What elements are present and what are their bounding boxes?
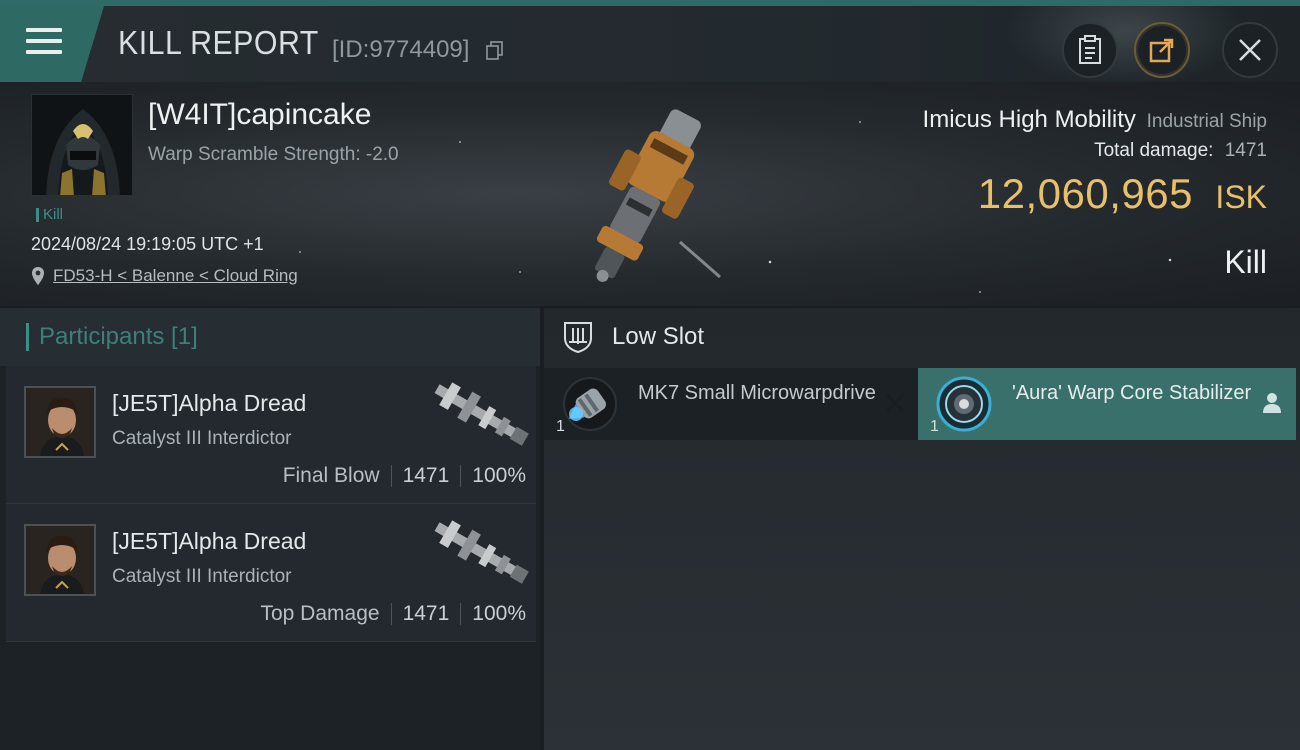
participant-ship: Catalyst III Interdictor [112,566,292,587]
share-button[interactable] [1134,22,1190,78]
low-slot-label: Low Slot [612,323,705,350]
participant-damage: 1471 [402,602,450,625]
kill-timestamp: 2024/08/24 19:19:05 UTC +1 [31,234,264,254]
menu-button[interactable] [0,6,104,82]
isk-amount: 12,060,965 [977,170,1193,217]
participant-portrait-image [26,526,94,594]
close-button[interactable] [1222,22,1278,78]
participant-avatar[interactable] [24,386,96,458]
report-id: [ID:9774409] [332,36,470,63]
participant-avatar[interactable] [24,524,96,596]
stat-divider [460,603,462,625]
participants-panel: Participants [1] [JE5T]Alpha Dread Catal… [0,308,540,750]
participant-role: Final Blow [282,464,380,487]
participant-stats: Top Damage 1471 100% [260,602,526,626]
low-slot-icon [564,322,592,354]
victim-ship[interactable]: Imicus High Mobility Industrial Ship [923,106,1267,134]
participant-damage: 1471 [402,464,450,487]
stat-divider [390,603,392,625]
total-damage-label: Total damage: [1094,140,1214,161]
isk-value: 12,060,965 ISK [978,170,1267,218]
location-link[interactable]: FD53-H < Balenne < Cloud Ring [53,266,298,286]
kill-tag-label: Kill [43,206,64,223]
participant-ship-image [434,382,529,446]
warp-core-stabilizer-icon [936,376,992,432]
participant-portrait-image [26,388,94,456]
participants-header: Participants [1] [39,323,198,350]
participant-percent: 100% [472,464,526,487]
victim-portrait[interactable] [31,94,133,196]
total-damage: Total damage: 1471 [1094,140,1267,162]
participant-ship-image [434,520,529,584]
clipboard-button[interactable] [1062,22,1118,78]
map-pin-icon [32,267,44,285]
isk-unit: ISK [1215,179,1267,215]
participant-name[interactable]: [JE5T]Alpha Dread [112,528,306,555]
copy-icon[interactable] [486,41,504,61]
low-slot-header: Low Slot [544,308,1300,366]
warp-scramble-strength: Warp Scramble Strength: -2.0 [148,144,399,165]
participant-row[interactable]: [JE5T]Alpha Dread Catalyst III Interdict… [6,504,536,642]
close-icon [1239,39,1261,61]
module-name: MK7 Small Microwarpdrive [638,382,876,404]
participant-ship: Catalyst III Interdictor [112,428,292,449]
clipboard-icon [1079,35,1101,64]
ship-class: Industrial Ship [1146,111,1267,132]
hamburger-menu-icon [26,28,62,56]
victim-banner: [W4IT]capincake Warp Scramble Strength: … [0,82,1300,306]
fitting-panel: Low Slot 1 MK7 Small Microwarpdrive 1 'A… [544,308,1300,750]
victim-pilot-name[interactable]: [W4IT]capincake [148,98,371,132]
ship-name: Imicus High Mobility [922,106,1136,133]
kill-result: Kill [1224,244,1267,280]
tab-accent-bar [26,323,29,351]
pilot-helmet-image [32,95,132,195]
participant-row[interactable]: [JE5T]Alpha Dread Catalyst III Interdict… [6,366,536,504]
share-icon [1149,38,1174,63]
destroyed-x-icon [886,394,904,412]
person-icon [1263,393,1281,413]
module-quantity: 1 [930,418,939,435]
module-item[interactable]: 1 'Aura' Warp Core Stabilizer [918,368,1296,440]
header-decoration [1005,6,1245,88]
page-title: KILL REPORT [118,24,319,61]
module-quantity: 1 [556,418,565,435]
kill-location: FD53-H < Balenne < Cloud Ring [31,266,298,286]
participant-percent: 100% [472,602,526,625]
stat-divider [460,465,462,487]
microwarpdrive-icon [563,377,617,431]
participants-tab[interactable]: Participants [1] [0,308,540,366]
stat-divider [390,465,392,487]
victim-ship-image [594,109,721,282]
module-name: 'Aura' Warp Core Stabilizer [1012,382,1252,404]
tag-accent-bar [36,207,39,222]
header-bar: KILL REPORT [ID:9774409] [0,0,1300,88]
module-item[interactable]: 1 MK7 Small Microwarpdrive [544,368,918,440]
participant-stats: Final Blow 1471 100% [283,464,526,488]
total-damage-value: 1471 [1224,140,1267,161]
kill-tag: Kill [36,206,63,223]
participant-name[interactable]: [JE5T]Alpha Dread [112,390,306,417]
participant-role: Top Damage [260,602,380,625]
